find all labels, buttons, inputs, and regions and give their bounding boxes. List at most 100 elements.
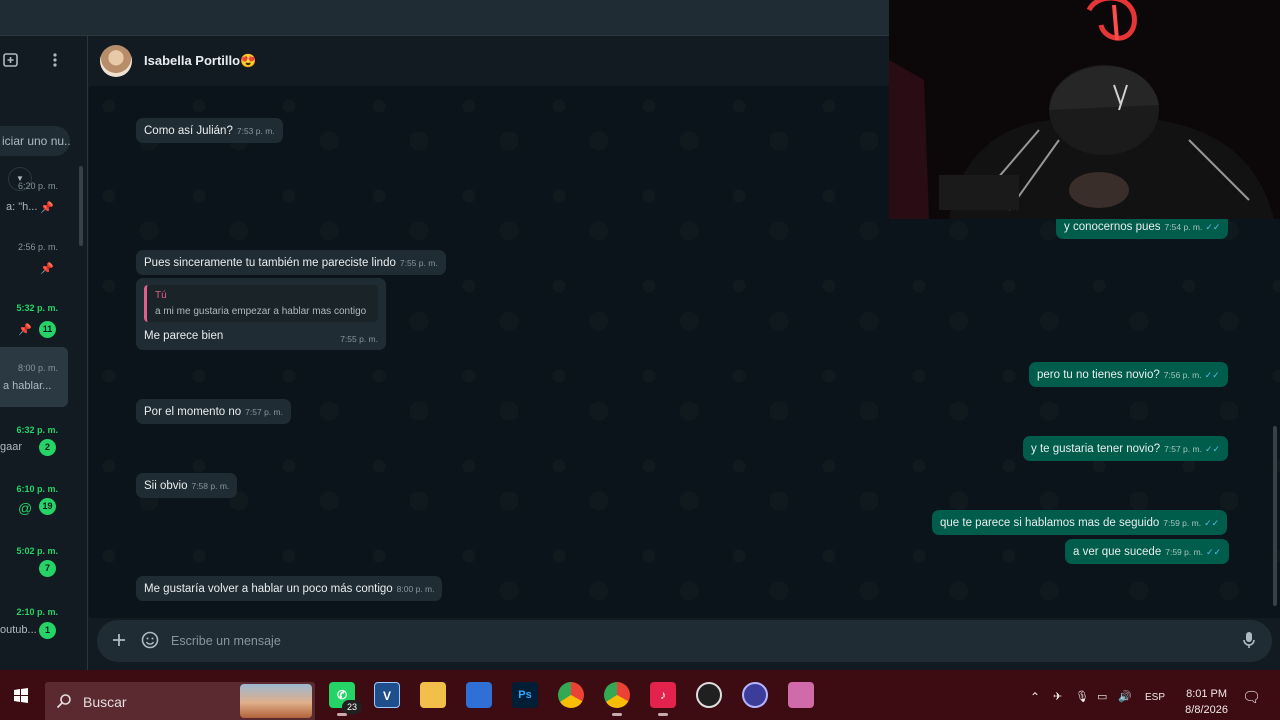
message-input[interactable]: Escribe un mensaje (171, 634, 281, 648)
message-text: Por el momento no (144, 406, 242, 418)
webcam-feed-image (889, 0, 1280, 219)
message-text: pero tu no tienes novio? (1037, 369, 1160, 381)
clock-date: 8/8/2026 (1185, 704, 1228, 716)
chat-time: 6:10 p. m. (16, 484, 58, 494)
vegas-icon[interactable]: V (374, 682, 400, 708)
message-time: 7:59 p. m. (1165, 547, 1204, 557)
message-text: Pues sinceramente tu también me parecist… (144, 257, 396, 269)
chat-list-item[interactable]: 6:20 p. m. a: "h... 📌 (0, 171, 68, 231)
search-label: Buscar (83, 694, 127, 710)
chat-search-input[interactable]: iciar uno nu... (0, 126, 70, 156)
folder-icon[interactable] (420, 682, 446, 708)
chat-time: 5:02 p. m. (16, 546, 58, 556)
chat-list-sidebar: iciar uno nu... ▼ 6:20 p. m. a: "h... 📌 … (0, 36, 88, 670)
incoming-message[interactable]: Me gustaría volver a hablar un poco más … (136, 576, 443, 601)
search-icon (56, 694, 71, 709)
chat-list-item[interactable]: 5:32 p. m. 📌 11 (0, 293, 68, 353)
outgoing-message[interactable]: pero tu no tienes novio? 7:56 p. m. ✓✓ (1029, 362, 1228, 387)
plus-icon[interactable] (111, 630, 127, 654)
mention-icon: @ (18, 500, 33, 516)
message-time: 7:59 p. m. (1163, 518, 1202, 528)
windows-start-icon[interactable] (8, 683, 34, 709)
microphone-icon[interactable]: 🎙 (1075, 690, 1089, 703)
chevron-up-icon[interactable]: ⌃ (1030, 690, 1040, 704)
clock-time: 8:01 PM (1186, 688, 1228, 700)
chat-list-item[interactable]: 2:56 p. m. 📌 (0, 232, 68, 292)
message-text: Me gustaría volver a hablar un poco más … (144, 583, 393, 595)
double-check-icon: ✓✓ (1204, 444, 1221, 454)
double-check-icon: ✓✓ (1204, 518, 1220, 528)
pin-icon: 📌 (40, 202, 54, 214)
message-text: Como así Julián? (144, 125, 233, 137)
message-text: y te gustaria tener novio? (1031, 443, 1161, 455)
quote-text: a mi me gustaria empezar a hablar mas co… (155, 306, 367, 317)
obs-icon[interactable] (696, 682, 722, 708)
sidebar-scrollbar[interactable] (79, 166, 83, 246)
outgoing-message[interactable]: que te parece si hablamos mas de seguido… (932, 510, 1228, 535)
message-text: a ver que sucede (1073, 546, 1162, 558)
chat-time: 5:32 p. m. (16, 303, 58, 313)
avatar[interactable] (100, 45, 132, 77)
incoming-message[interactable]: Como así Julián? 7:53 p. m. (136, 118, 283, 143)
composer-box: Escribe un mensaje (97, 620, 1272, 662)
mic-icon[interactable] (1242, 630, 1256, 654)
power-icon[interactable]: ▭ (1097, 690, 1107, 703)
message-time: 7:57 p. m. (245, 407, 283, 417)
store-icon[interactable] (466, 682, 492, 708)
message-time: 7:53 p. m. (236, 126, 275, 136)
chat-list-item[interactable]: 6:32 p. m. gaar 2 (0, 415, 68, 475)
message-time: 8:00 p. m. (396, 584, 435, 594)
double-check-icon: ✓✓ (1204, 370, 1220, 380)
chat-list-item[interactable]: 2:10 p. m. outub... 1 (0, 597, 68, 657)
language-indicator[interactable]: ESP (1145, 692, 1165, 703)
message-time: 7:56 p. m. (1163, 370, 1202, 380)
chat-time: 8:00 p. m. (17, 363, 58, 373)
unread-badge: 2 (39, 439, 56, 456)
network-icon[interactable]: ✈ (1053, 690, 1062, 703)
outgoing-message[interactable]: a ver que sucede 7:59 p. m. ✓✓ (1065, 539, 1230, 564)
unread-badge: 19 (39, 498, 56, 515)
tiktok-icon[interactable]: ♪ (650, 682, 676, 716)
unread-badge: 1 (39, 622, 56, 639)
volume-icon[interactable]: 🔊 (1118, 690, 1132, 703)
message-composer: Escribe un mensaje (89, 618, 1280, 670)
message-text: que te parece si hablamos mas de seguido (940, 517, 1160, 529)
chat-list-item[interactable]: 6:10 p. m. @ 19 (0, 474, 68, 534)
outgoing-message[interactable]: y te gustaria tener novio? 7:57 p. m. ✓✓ (1023, 436, 1229, 461)
chat-scrollbar[interactable] (1273, 426, 1277, 606)
chat-time: 6:32 p. m. (16, 425, 58, 435)
chrome-icon[interactable] (558, 682, 584, 708)
chat-list-item-active[interactable]: 8:00 p. m. a hablar... (0, 347, 68, 407)
sticker-icon[interactable] (141, 630, 159, 654)
clock[interactable]: 8:01 PM 8/8/2026 (1185, 686, 1228, 718)
incoming-message[interactable]: Pues sinceramente tu también me parecist… (136, 250, 446, 275)
snipping-tool-icon[interactable] (788, 682, 814, 708)
notifications-icon[interactable]: 🗨 (1242, 688, 1261, 706)
taskbar: Buscar ✆ 23 V Ps ♪ ⌃ ✈ 🎙 ▭ 🔊 ESP 8:01 PM… (0, 670, 1280, 720)
message-text: Me parece bien (144, 330, 224, 342)
search-highlight-image (240, 684, 312, 718)
tiktok-live-icon[interactable] (742, 682, 768, 708)
new-chat-icon[interactable] (3, 52, 19, 73)
chat-time: 2:10 p. m. (16, 607, 58, 617)
unread-badge: 7 (39, 560, 56, 577)
chat-preview: a: "h... (6, 201, 38, 213)
quoted-message[interactable]: Tú a mi me gustaria empezar a hablar mas… (144, 285, 378, 322)
message-text: y conocernos pues (1064, 221, 1161, 233)
message-time: 7:55 p. m. (340, 334, 378, 344)
chat-time: 2:56 p. m. (17, 242, 58, 252)
incoming-reply-message[interactable]: Tú a mi me gustaria empezar a hablar mas… (136, 278, 386, 350)
incoming-message[interactable]: Sii obvio 7:58 p. m. (136, 473, 238, 498)
double-check-icon: ✓✓ (1205, 222, 1221, 232)
message-time: 7:57 p. m. (1164, 444, 1202, 454)
chrome-profile-icon[interactable] (604, 682, 630, 716)
message-time: 7:54 p. m. (1164, 222, 1203, 232)
quote-author: Tú (155, 290, 167, 301)
incoming-message[interactable]: Por el momento no 7:57 p. m. (136, 399, 291, 424)
chat-list-item[interactable]: 5:02 p. m. 7 (0, 536, 68, 596)
message-text: Sii obvio (144, 480, 188, 492)
taskbar-search[interactable]: Buscar (45, 682, 315, 720)
contact-name[interactable]: Isabella Portillo😍 (144, 53, 256, 69)
photoshop-icon[interactable]: Ps (512, 682, 538, 708)
menu-dots-icon[interactable] (50, 52, 60, 73)
